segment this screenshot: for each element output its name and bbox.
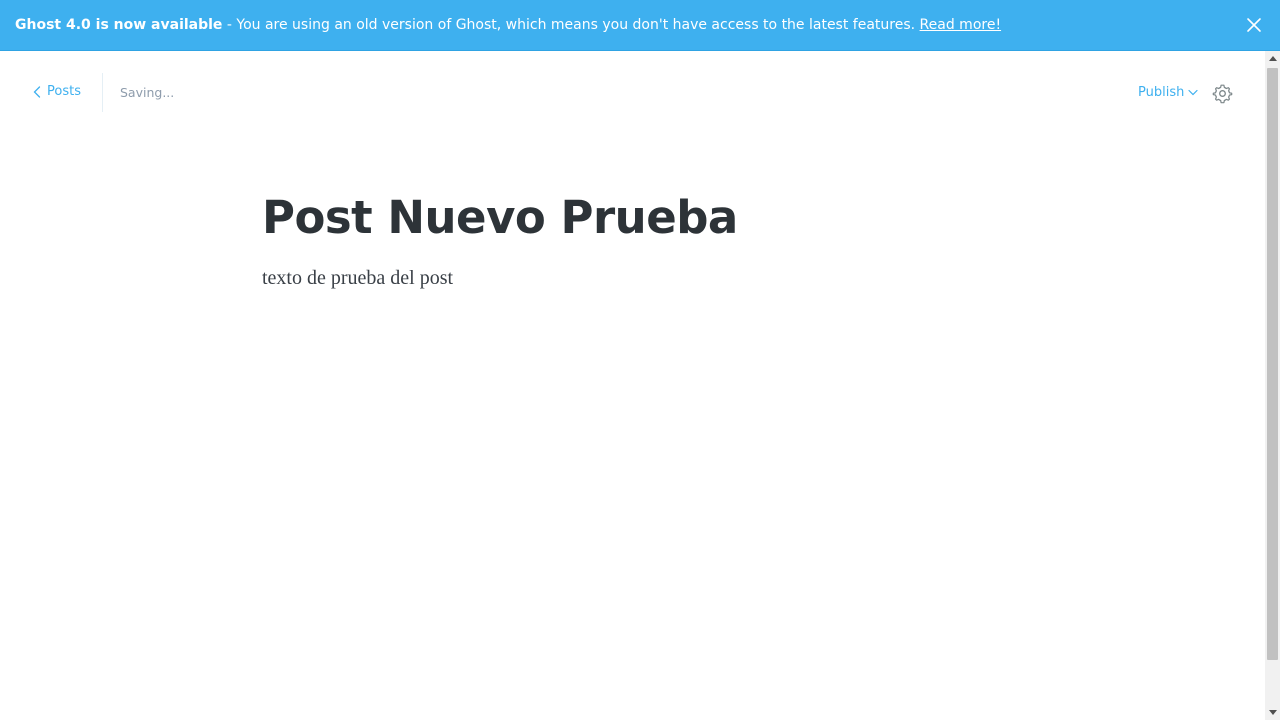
vertical-scrollbar[interactable] [1265,51,1280,720]
header-divider [102,73,103,112]
back-to-posts-button[interactable]: Posts [33,84,81,99]
back-label: Posts [47,84,81,99]
post-body-editor[interactable]: texto de prueba del post [262,267,453,290]
post-editor: Posts Saving... Publish Post Nuevo Prueb… [0,51,1265,720]
publish-menu-button[interactable]: Publish [1138,85,1198,100]
chevron-down-icon [1188,89,1198,96]
scroll-up-arrow-icon[interactable] [1265,51,1280,66]
editor-header: Posts Saving... Publish [0,51,1265,135]
scroll-down-arrow-icon[interactable] [1265,705,1280,720]
banner-message: - You are using an old version of Ghost,… [222,17,920,33]
save-status: Saving... [120,85,175,100]
close-icon[interactable] [1244,15,1264,35]
post-title-input[interactable]: Post Nuevo Prueba [262,191,738,244]
publish-label: Publish [1138,85,1185,100]
chevron-left-icon [33,85,41,98]
banner-title: Ghost 4.0 is now available [15,17,223,33]
scrollbar-thumb[interactable] [1267,68,1278,660]
read-more-link[interactable]: Read more! [920,17,1002,33]
gear-icon[interactable] [1212,83,1233,104]
upgrade-banner: Ghost 4.0 is now available - You are usi… [0,0,1280,51]
